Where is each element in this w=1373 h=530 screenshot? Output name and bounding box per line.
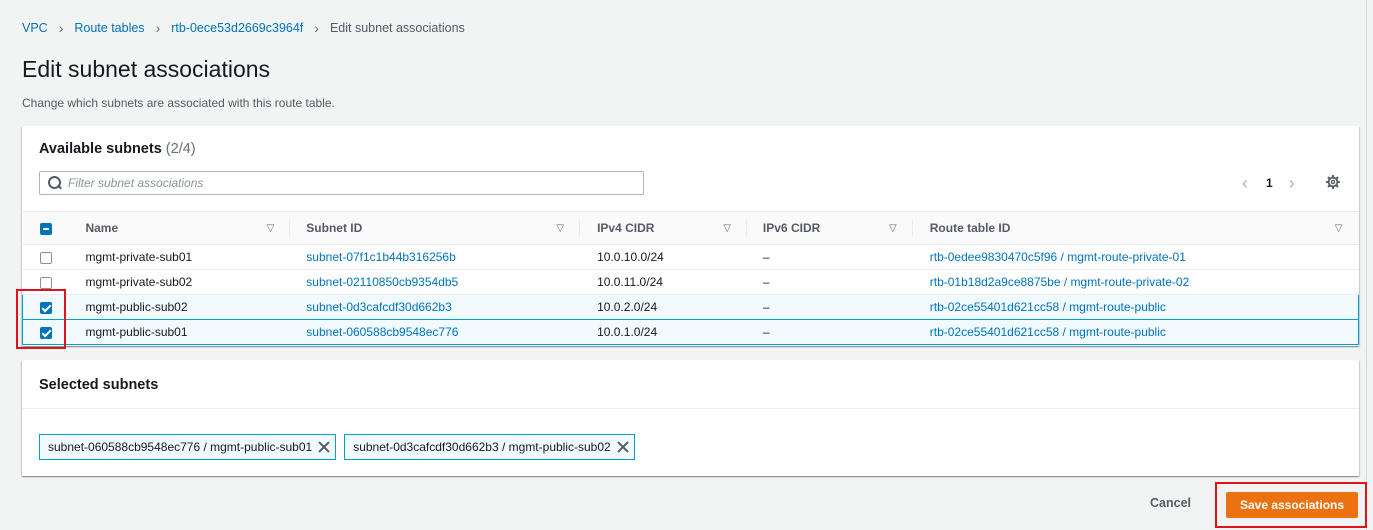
next-page-icon[interactable]: › — [1285, 173, 1299, 194]
breadcrumb-current: Edit subnet associations — [329, 21, 465, 35]
selected-subnets-heading: Selected subnets — [39, 377, 159, 393]
sort-caret-icon: ▽ — [889, 222, 897, 234]
available-subnets-count: (2/4) — [165, 141, 196, 157]
route-table-link[interactable]: rtb-0edee9830470c5f96 / mgmt-route-priva… — [912, 244, 1359, 270]
sort-caret-icon: ▽ — [266, 222, 275, 234]
cell-ipv4: 10.0.10.0/24 — [580, 244, 747, 270]
route-table-link[interactable]: rtb-02ce55401d621cc58 / mgmt-route-publi… — [912, 319, 1359, 345]
column-ipv4-label: IPv4 CIDR — [597, 221, 655, 235]
row-checkbox[interactable] — [39, 251, 52, 264]
previous-page-icon[interactable]: ‹ — [1238, 173, 1252, 194]
column-subnet-id-label: Subnet ID — [306, 221, 363, 235]
table-row[interactable]: mgmt-public-sub02 subnet-0d3cafcdf30d662… — [22, 294, 1359, 320]
column-ipv4-cidr[interactable]: IPv4 CIDR ▽ — [580, 211, 747, 245]
token-label: subnet-060588cb9548ec776 / mgmt-public-s… — [48, 440, 313, 454]
cell-ipv4: 10.0.2.0/24 — [580, 294, 747, 320]
selected-subnet-token: subnet-0d3cafcdf30d662b3 / mgmt-public-s… — [344, 434, 635, 460]
close-icon[interactable] — [318, 441, 330, 453]
close-icon[interactable] — [617, 441, 629, 453]
page-description: Change which subnets are associated with… — [22, 96, 335, 110]
save-button-highlight-box — [1215, 482, 1367, 528]
cell-ipv4: 10.0.11.0/24 — [580, 269, 747, 295]
current-page-number[interactable]: 1 — [1266, 176, 1273, 190]
cell-name: mgmt-private-sub02 — [69, 269, 291, 295]
page-title: Edit subnet associations — [22, 56, 271, 82]
token-label: subnet-0d3cafcdf30d662b3 / mgmt-public-s… — [353, 440, 611, 454]
cell-name: mgmt-public-sub01 — [69, 319, 291, 345]
selected-subnet-token: subnet-060588cb9548ec776 / mgmt-public-s… — [39, 434, 337, 460]
subnets-table: Name ▽ Subnet ID ▽ IPv4 CIDR ▽ IPv6 CIDR… — [22, 211, 1359, 345]
route-table-link[interactable]: rtb-02ce55401d621cc58 / mgmt-route-publi… — [912, 294, 1359, 320]
sort-caret-icon: ▽ — [1334, 222, 1343, 234]
subnet-id-link[interactable]: subnet-060588cb9548ec776 — [290, 319, 581, 345]
selected-subnets-panel: Selected subnets subnet-060588cb9548ec77… — [22, 360, 1359, 476]
breadcrumb-chevron-icon: › — [314, 20, 319, 36]
cell-name: mgmt-private-sub01 — [69, 244, 291, 270]
filter-box — [39, 171, 644, 195]
select-all-checkbox[interactable] — [39, 222, 52, 235]
column-route-table-label: Route table ID — [929, 221, 1011, 235]
cell-ipv4: 10.0.1.0/24 — [580, 319, 747, 345]
checkbox-highlight-box — [16, 289, 66, 349]
divider — [22, 408, 1359, 409]
breadcrumb: VPC › Route tables › rtb-0ece53d2669c396… — [22, 20, 465, 36]
filter-subnet-input[interactable] — [68, 176, 628, 190]
column-ipv6-cidr[interactable]: IPv6 CIDR ▽ — [746, 211, 913, 245]
breadcrumb-vpc[interactable]: VPC — [22, 21, 48, 35]
cell-ipv6: – — [746, 319, 913, 345]
available-subnets-panel: Available subnets (2/4) ‹ 1 › — [22, 126, 1359, 346]
route-table-link[interactable]: rtb-01b18d2a9ce8875be / mgmt-route-priva… — [912, 269, 1359, 295]
table-row[interactable]: mgmt-private-sub01 subnet-07f1c1b44b3162… — [22, 244, 1359, 270]
column-route-table-id[interactable]: Route table ID ▽ — [912, 211, 1359, 245]
available-subnets-title: Available subnets — [39, 141, 162, 157]
table-row[interactable]: mgmt-private-sub02 subnet-02110850cb9354… — [22, 269, 1359, 295]
select-all-header — [22, 211, 70, 245]
column-name-label: Name — [85, 221, 119, 235]
breadcrumb-chevron-icon: › — [58, 20, 64, 36]
cell-ipv6: – — [746, 269, 913, 295]
column-ipv6-label: IPv6 CIDR — [762, 221, 821, 235]
pagination: ‹ 1 › — [1238, 172, 1299, 194]
sort-caret-icon: ▽ — [556, 222, 565, 234]
selected-subnet-tokens: subnet-060588cb9548ec776 / mgmt-public-s… — [39, 434, 635, 460]
sort-caret-icon: ▽ — [723, 222, 731, 234]
breadcrumb-route-tables[interactable]: Route tables — [74, 21, 144, 35]
breadcrumb-chevron-icon: › — [155, 20, 161, 36]
gear-icon[interactable] — [1326, 175, 1340, 189]
table-row[interactable]: mgmt-public-sub01 subnet-060588cb9548ec7… — [22, 319, 1359, 345]
available-subnets-heading: Available subnets (2/4) — [39, 141, 196, 157]
column-name[interactable]: Name ▽ — [69, 211, 291, 245]
cell-ipv6: – — [746, 294, 913, 320]
table-header-row: Name ▽ Subnet ID ▽ IPv4 CIDR ▽ IPv6 CIDR… — [22, 211, 1359, 245]
subnet-id-link[interactable]: subnet-0d3cafcdf30d662b3 — [290, 294, 581, 320]
subnet-id-link[interactable]: subnet-02110850cb9354db5 — [290, 269, 581, 295]
column-subnet-id[interactable]: Subnet ID ▽ — [290, 211, 581, 245]
cell-name: mgmt-public-sub02 — [69, 294, 291, 320]
window-edge — [1366, 0, 1367, 530]
cell-ipv6: – — [746, 244, 913, 270]
breadcrumb-route-table[interactable]: rtb-0ece53d2669c3964f — [171, 21, 303, 35]
row-checkbox[interactable] — [39, 276, 52, 289]
search-icon — [48, 176, 62, 190]
row-select-cell — [22, 244, 70, 270]
subnet-id-link[interactable]: subnet-07f1c1b44b316256b — [290, 244, 581, 270]
cancel-button[interactable]: Cancel — [1150, 496, 1191, 510]
